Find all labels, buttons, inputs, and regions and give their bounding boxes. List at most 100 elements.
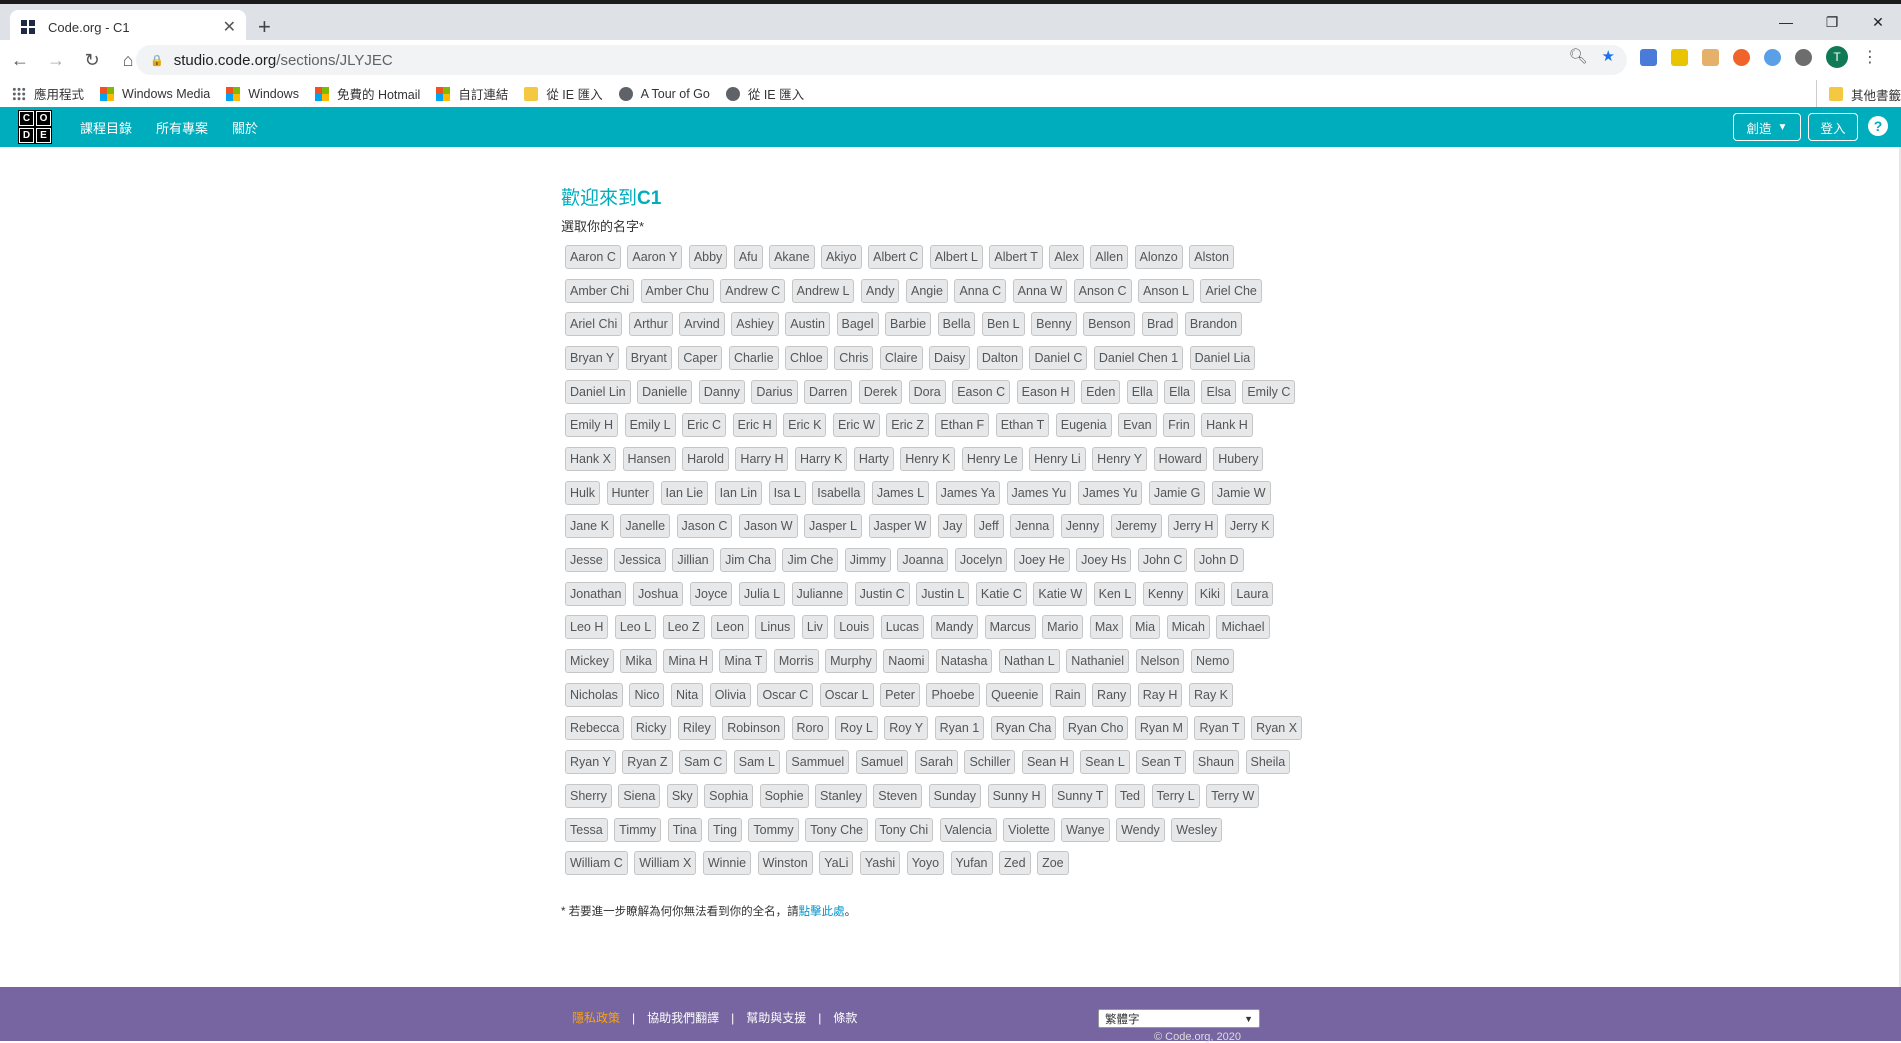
student-name-button[interactable]: Jim Cha xyxy=(720,548,776,573)
student-name-button[interactable]: Hubery xyxy=(1213,446,1264,471)
student-name-button[interactable]: Ashiey xyxy=(731,312,779,337)
student-name-button[interactable]: Jamie G xyxy=(1148,480,1206,505)
student-name-button[interactable]: Ray H xyxy=(1137,682,1183,707)
student-name-button[interactable]: Schiller xyxy=(964,750,1016,775)
student-name-button[interactable]: Kiki xyxy=(1194,581,1225,606)
student-name-button[interactable]: James Yu xyxy=(1077,480,1143,505)
student-name-button[interactable]: Samuel xyxy=(855,750,909,775)
student-name-button[interactable]: Naomi xyxy=(883,649,930,674)
student-name-button[interactable]: Joey He xyxy=(1013,548,1070,573)
student-name-button[interactable]: Mickey xyxy=(565,649,614,674)
student-name-button[interactable]: James L xyxy=(871,480,930,505)
student-name-button[interactable]: Max xyxy=(1089,615,1124,640)
pen-extension-icon[interactable] xyxy=(1671,48,1688,66)
student-name-button[interactable]: Benny xyxy=(1031,312,1077,337)
student-name-button[interactable]: Eugenia xyxy=(1055,413,1112,438)
student-name-button[interactable]: Ryan 1 xyxy=(934,716,985,741)
student-name-button[interactable]: Wesley xyxy=(1171,817,1223,842)
student-name-button[interactable]: Mina H xyxy=(663,649,713,674)
student-name-button[interactable]: Chloe xyxy=(785,345,828,370)
student-name-button[interactable]: Eric H xyxy=(732,413,777,438)
student-name-button[interactable]: Timmy xyxy=(614,817,662,842)
nav-about[interactable]: 關於 xyxy=(232,118,258,137)
student-name-button[interactable]: James Yu xyxy=(1006,480,1072,505)
student-name-button[interactable]: Terry L xyxy=(1151,783,1200,808)
student-name-button[interactable]: Chris xyxy=(834,345,874,370)
student-name-button[interactable]: Sherry xyxy=(565,783,612,808)
student-name-button[interactable]: Darren xyxy=(804,379,853,404)
student-name-button[interactable]: Anson L xyxy=(1138,278,1194,303)
student-name-button[interactable]: Julianne xyxy=(791,581,849,606)
student-name-button[interactable]: Roro xyxy=(791,716,829,741)
student-name-button[interactable]: Jonathan xyxy=(565,581,627,606)
student-name-button[interactable]: Sunday xyxy=(928,783,982,808)
student-name-button[interactable]: Albert C xyxy=(868,244,924,269)
student-name-button[interactable]: Jessica xyxy=(614,548,666,573)
student-name-button[interactable]: Rain xyxy=(1049,682,1086,707)
student-name-button[interactable]: Caper xyxy=(678,345,723,370)
student-name-button[interactable]: Hank X xyxy=(565,446,616,471)
student-name-button[interactable]: Emily C xyxy=(1242,379,1296,404)
student-name-button[interactable]: Ted xyxy=(1114,783,1145,808)
bookmark-item[interactable]: A Tour of Go xyxy=(618,86,710,101)
student-name-button[interactable]: James Ya xyxy=(935,480,1000,505)
student-name-button[interactable]: Ryan Cho xyxy=(1062,716,1129,741)
student-name-button[interactable]: Rany xyxy=(1092,682,1132,707)
bookmark-item[interactable]: 從 IE 匯入 xyxy=(725,84,804,103)
student-name-button[interactable]: Emily L xyxy=(624,413,676,438)
sign-in-button[interactable]: 登入 xyxy=(1808,113,1858,141)
student-name-button[interactable]: Steven xyxy=(873,783,923,808)
student-name-button[interactable]: Harry H xyxy=(735,446,789,471)
student-name-button[interactable]: Tony Che xyxy=(805,817,868,842)
browser-tab[interactable]: Code.org - C1 ✕ xyxy=(10,10,246,44)
student-name-button[interactable]: Olivia xyxy=(709,682,751,707)
help-support-link[interactable]: 幫助與支援 xyxy=(746,1009,806,1026)
student-name-button[interactable]: Joshua xyxy=(632,581,684,606)
student-name-button[interactable]: Brandon xyxy=(1184,312,1243,337)
student-name-button[interactable]: Eric K xyxy=(783,413,827,438)
student-name-button[interactable]: Jim Che xyxy=(782,548,839,573)
student-name-button[interactable]: Sarah xyxy=(914,750,958,775)
student-name-button[interactable]: Barbie xyxy=(885,312,932,337)
student-name-button[interactable]: Alex xyxy=(1049,244,1084,269)
student-name-button[interactable]: Valencia xyxy=(939,817,997,842)
bookmark-item[interactable]: Windows Media xyxy=(100,86,210,101)
student-name-button[interactable]: Henry Le xyxy=(961,446,1023,471)
student-name-button[interactable]: Wanye xyxy=(1061,817,1110,842)
student-name-button[interactable]: Angie xyxy=(905,278,948,303)
student-name-button[interactable]: Harty xyxy=(853,446,894,471)
student-name-button[interactable]: Louis xyxy=(834,615,875,640)
click-here-link[interactable]: 點擊此處 xyxy=(799,906,845,918)
code-org-logo[interactable]: C O D E xyxy=(18,110,52,144)
student-name-button[interactable]: Roy Y xyxy=(884,716,929,741)
student-name-button[interactable]: Julia L xyxy=(738,581,786,606)
student-name-button[interactable]: Bryant xyxy=(625,345,672,370)
student-name-button[interactable]: Ella xyxy=(1164,379,1195,404)
student-name-button[interactable]: Yoyo xyxy=(906,851,945,876)
student-name-button[interactable]: Shaun xyxy=(1192,750,1240,775)
student-name-button[interactable]: Danielle xyxy=(637,379,693,404)
student-name-button[interactable]: Justin L xyxy=(916,581,970,606)
student-name-button[interactable]: Daisy xyxy=(929,345,971,370)
student-name-button[interactable]: Nicholas xyxy=(565,682,623,707)
student-name-button[interactable]: Jeff xyxy=(973,514,1004,539)
student-name-button[interactable]: Danny xyxy=(698,379,745,404)
student-name-button[interactable]: Sophie xyxy=(759,783,809,808)
student-name-button[interactable]: Eric C xyxy=(682,413,727,438)
student-name-button[interactable]: Yashi xyxy=(859,851,901,876)
student-name-button[interactable]: Lucas xyxy=(880,615,925,640)
student-name-button[interactable]: Anna W xyxy=(1012,278,1068,303)
student-name-button[interactable]: Ray K xyxy=(1188,682,1234,707)
student-name-button[interactable]: Mika xyxy=(620,649,657,674)
student-name-button[interactable]: Joyce xyxy=(689,581,733,606)
student-name-button[interactable]: Dalton xyxy=(976,345,1023,370)
student-name-button[interactable]: Mario xyxy=(1042,615,1084,640)
student-name-button[interactable]: Mia xyxy=(1129,615,1161,640)
student-name-button[interactable]: Aaron Y xyxy=(627,244,683,269)
student-name-button[interactable]: Leo L xyxy=(614,615,657,640)
student-name-button[interactable]: Tommy xyxy=(748,817,799,842)
student-name-button[interactable]: Leo H xyxy=(565,615,609,640)
student-name-button[interactable]: Hansen xyxy=(622,446,676,471)
minimize-icon[interactable]: — xyxy=(1763,8,1809,36)
student-name-button[interactable]: Morris xyxy=(773,649,819,674)
